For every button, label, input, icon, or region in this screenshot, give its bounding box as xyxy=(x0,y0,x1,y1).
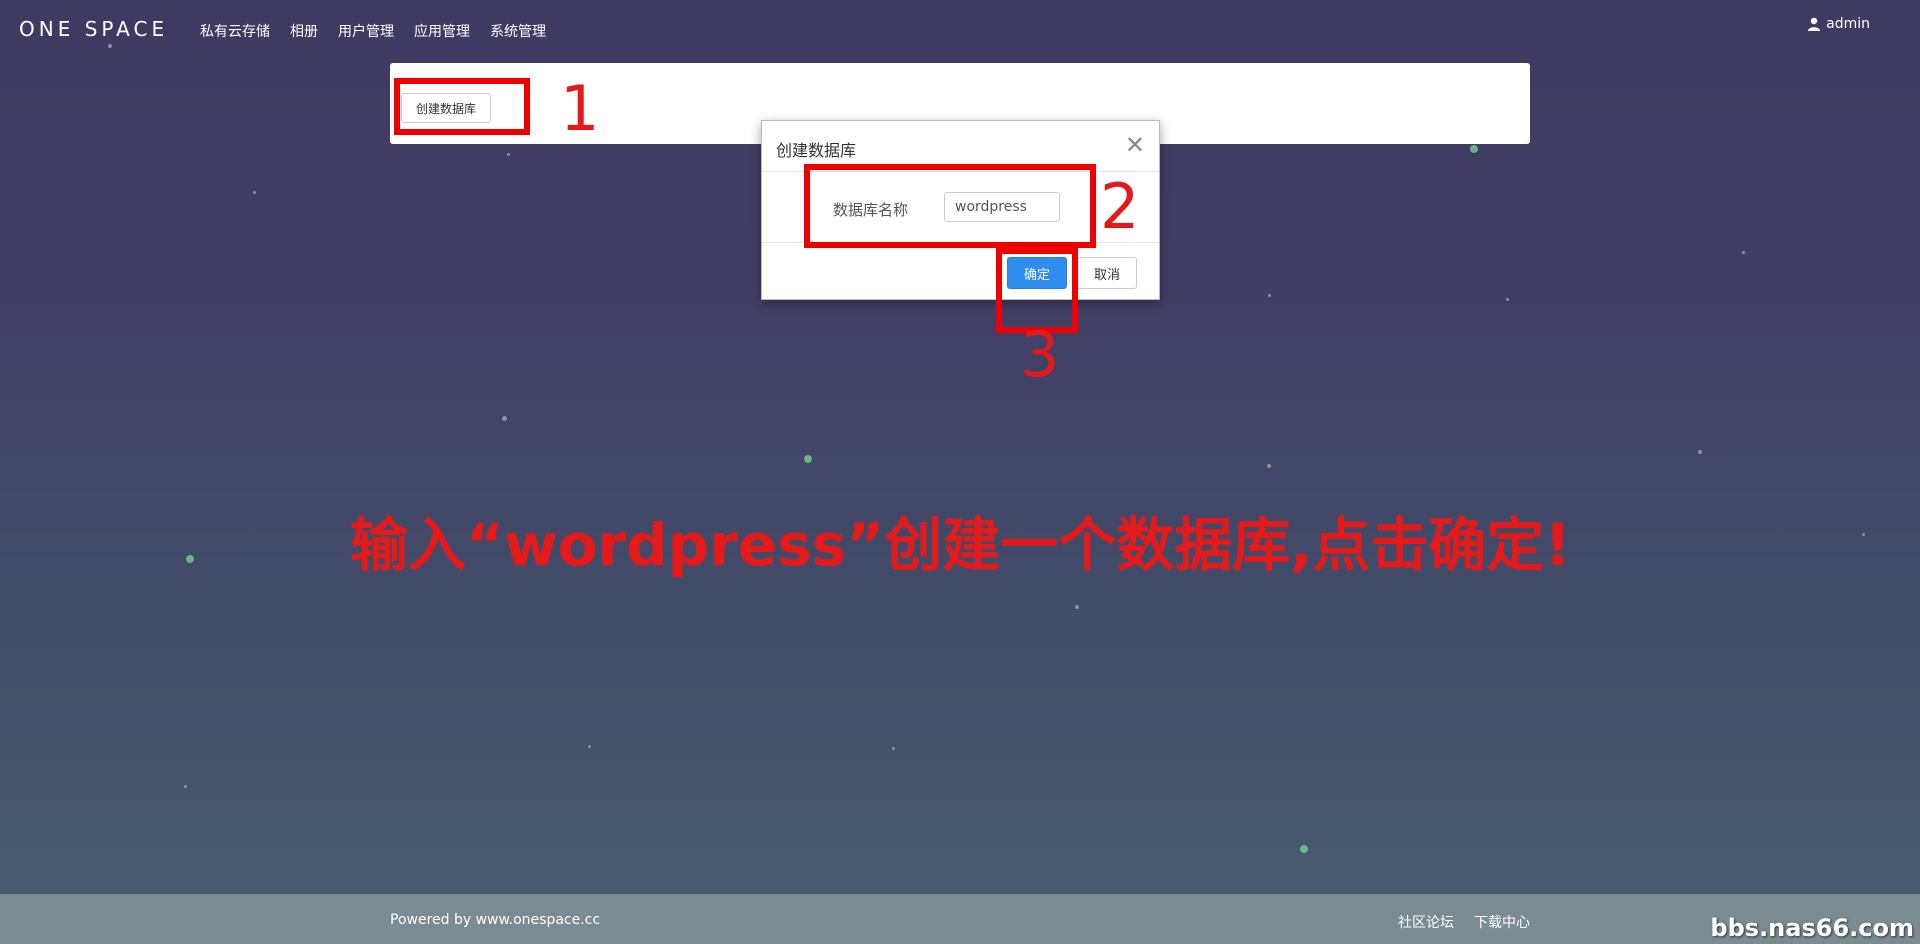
decor-dot xyxy=(507,153,510,156)
decor-dot xyxy=(1268,294,1271,297)
decor-dot xyxy=(1470,145,1478,153)
decor-dot xyxy=(588,745,591,748)
decor-dot xyxy=(1075,605,1079,609)
dialog-title: 创建数据库 xyxy=(776,141,857,160)
user-name: admin xyxy=(1826,16,1870,32)
annotation-box-step2 xyxy=(804,164,1096,248)
brand-logo[interactable]: ONE SPACE xyxy=(19,17,168,41)
annotation-step2-number: 2 xyxy=(1100,170,1140,243)
decor-dot xyxy=(186,555,194,563)
decor-dot xyxy=(1506,298,1509,301)
main-nav: 私有云存储 相册 用户管理 应用管理 系统管理 xyxy=(200,21,546,41)
footer-links: 社区论坛 下载中心 xyxy=(1398,912,1530,932)
nav-item-user-management[interactable]: 用户管理 xyxy=(338,21,394,41)
decor-dot xyxy=(184,785,187,788)
annotation-box-step1 xyxy=(394,78,530,135)
page-footer: Powered by www.onespace.cc 社区论坛 下载中心 bbs… xyxy=(0,894,1920,944)
decor-dot xyxy=(253,191,256,194)
decor-dot xyxy=(1862,533,1865,536)
annotation-step3-number: 3 xyxy=(1020,318,1060,391)
watermark: bbs.nas66.com xyxy=(1710,914,1914,942)
decor-dot xyxy=(1300,845,1308,853)
decor-dot xyxy=(1267,464,1271,468)
annotation-step1-number: 1 xyxy=(560,72,600,145)
nav-item-system-management[interactable]: 系统管理 xyxy=(490,21,546,41)
user-icon xyxy=(1808,17,1821,31)
footer-link-download[interactable]: 下载中心 xyxy=(1474,912,1530,932)
decor-dot xyxy=(1698,450,1702,454)
decor-dot xyxy=(502,416,507,421)
decor-dot xyxy=(804,455,812,463)
nav-item-app-management[interactable]: 应用管理 xyxy=(414,21,470,41)
nav-item-private-cloud[interactable]: 私有云存储 xyxy=(200,21,270,41)
decor-dot xyxy=(1742,251,1745,254)
annotation-instruction-text: 输入“wordpress”创建一个数据库,点击确定! xyxy=(350,511,1571,579)
cancel-button[interactable]: 取消 xyxy=(1077,257,1137,289)
close-icon[interactable]: ✕ xyxy=(1125,131,1145,159)
powered-by-text: Powered by www.onespace.cc xyxy=(390,912,601,928)
decor-dot xyxy=(892,747,895,750)
top-navbar: ONE SPACE 私有云存储 相册 用户管理 应用管理 系统管理 admin xyxy=(0,0,1920,60)
user-menu[interactable]: admin xyxy=(1807,16,1870,32)
footer-link-forum[interactable]: 社区论坛 xyxy=(1398,912,1454,932)
nav-item-album[interactable]: 相册 xyxy=(290,21,318,41)
